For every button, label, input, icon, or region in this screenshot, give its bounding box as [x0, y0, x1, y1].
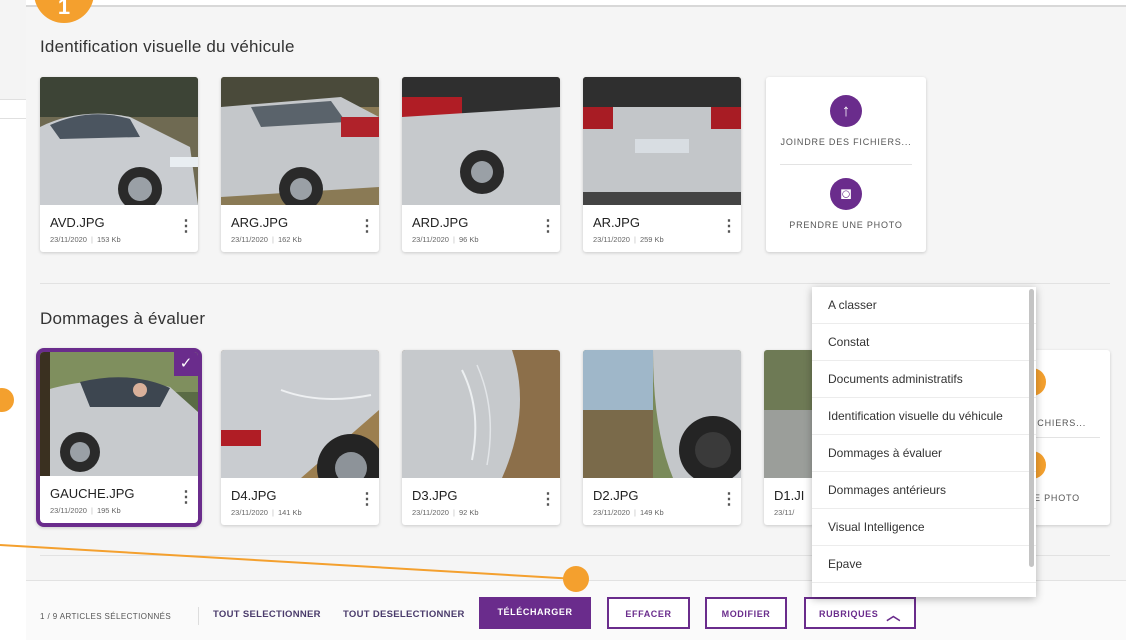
dropdown-item-documents-administratifs[interactable]: Documents administratifs: [812, 361, 1036, 398]
more-vertical-icon[interactable]: ⋮: [178, 218, 194, 236]
photo-thumbnail[interactable]: ✓: [40, 352, 198, 476]
photo-card[interactable]: D4.JPG 23/11/2020 | 141 Kb ⋮: [221, 350, 379, 525]
upload-card: ↑ JOINDRE DES FICHIERS... ◙ PRENDRE UNE …: [766, 77, 926, 252]
dropdown-item-epave[interactable]: Epave: [812, 546, 1036, 583]
take-photo-button[interactable]: E PHOTO: [1034, 493, 1080, 503]
photo-meta: 23/11/2020 | 259 Kb: [593, 235, 664, 244]
more-vertical-icon[interactable]: ⋮: [359, 491, 375, 509]
left-panel-edge: [0, 0, 26, 100]
dropdown-item-dommages-anterieurs[interactable]: Dommages antérieurs: [812, 472, 1036, 509]
photo-filename: AVD.JPG: [50, 215, 105, 230]
photo-filename: D4.JPG: [231, 488, 277, 503]
photo-filename: D1.JI: [774, 488, 805, 503]
photo-card[interactable]: D2.JPG 23/11/2020 | 149 Kb ⋮: [583, 350, 741, 525]
modify-button[interactable]: MODIFIER: [705, 597, 787, 629]
dropdown-scrollbar[interactable]: [1029, 289, 1034, 567]
chevron-up-icon: ︿: [886, 606, 901, 623]
dropdown-item-identification-visuelle[interactable]: Identification visuelle du véhicule: [812, 398, 1036, 435]
bar-separator: [198, 607, 199, 625]
left-panel-divider: [0, 118, 26, 119]
callout-marker-bottom: [563, 566, 589, 592]
photo-filename: GAUCHE.JPG: [50, 486, 135, 501]
photo-meta: 23/11/2020 | 162 Kb: [231, 235, 302, 244]
more-vertical-icon[interactable]: ⋮: [359, 218, 375, 236]
photo-thumbnail[interactable]: [583, 77, 741, 205]
categories-dropdown: A classer Constat Documents administrati…: [812, 287, 1036, 597]
attach-files-button[interactable]: ICHIERS...: [1034, 418, 1086, 428]
photo-card[interactable]: D3.JPG 23/11/2020 | 92 Kb ⋮: [402, 350, 560, 525]
photo-filename: D3.JPG: [412, 488, 458, 503]
photo-meta: 23/11/2020 | 153 Kb: [50, 235, 121, 244]
more-vertical-icon[interactable]: ⋮: [721, 491, 737, 509]
dropdown-item-dommages-a-evaluer[interactable]: Dommages à évaluer: [812, 435, 1036, 472]
callout-marker-left: [0, 388, 14, 412]
more-vertical-icon[interactable]: ⋮: [540, 218, 556, 236]
arrow-up-icon[interactable]: ↑: [830, 95, 862, 127]
photo-meta: 23/11/2020 | 195 Kb: [50, 506, 121, 515]
take-photo-button[interactable]: PRENDRE UNE PHOTO: [766, 220, 926, 230]
selection-count: 1 / 9 ARTICLES SÉLECTIONNÉS: [40, 612, 172, 621]
section-title-identification: Identification visuelle du véhicule: [40, 37, 295, 56]
photo-thumbnail[interactable]: [583, 350, 741, 478]
deselect-all-button[interactable]: TOUT DESELECTIONNER: [343, 609, 465, 620]
callout-badge: 1: [34, 0, 94, 23]
photo-filename: ARD.JPG: [412, 215, 469, 230]
upload-card-partial: ICHIERS... E PHOTO: [1030, 350, 1110, 525]
photo-thumbnail[interactable]: [221, 350, 379, 478]
dropdown-item-visual-intelligence[interactable]: Visual Intelligence: [812, 509, 1036, 546]
photo-meta: 23/11/2020 | 92 Kb: [412, 508, 479, 517]
photo-card-selected[interactable]: ✓ GAUCHE.JPG 23/11/2020 | 195 Kb ⋮: [36, 348, 202, 527]
photo-thumbnail[interactable]: [221, 77, 379, 205]
photo-card[interactable]: ARD.JPG 23/11/2020 | 96 Kb ⋮: [402, 77, 560, 252]
upload-divider: [1034, 437, 1100, 438]
photo-card-partial[interactable]: D1.JI 23/11/: [764, 350, 814, 525]
photo-thumbnail[interactable]: [40, 77, 198, 205]
photo-card[interactable]: AR.JPG 23/11/2020 | 259 Kb ⋮: [583, 77, 741, 252]
dropdown-item-constat[interactable]: Constat: [812, 324, 1036, 361]
photo-filename: AR.JPG: [593, 215, 640, 230]
more-vertical-icon[interactable]: ⋮: [178, 489, 194, 507]
more-vertical-icon[interactable]: ⋮: [540, 491, 556, 509]
photo-thumbnail[interactable]: [402, 350, 560, 478]
photo-meta: 23/11/2020 | 149 Kb: [593, 508, 664, 517]
more-vertical-icon[interactable]: ⋮: [721, 218, 737, 236]
photo-card[interactable]: AVD.JPG 23/11/2020 | 153 Kb ⋮: [40, 77, 198, 252]
check-icon[interactable]: ✓: [174, 352, 198, 376]
section-title-dommages: Dommages à évaluer: [40, 309, 206, 328]
download-button[interactable]: TÉLÉCHARGER: [479, 597, 591, 629]
photo-meta: 23/11/2020 | 141 Kb: [231, 508, 302, 517]
camera-icon[interactable]: ◙: [830, 178, 862, 210]
select-all-button[interactable]: TOUT SELECTIONNER: [213, 609, 321, 620]
delete-button[interactable]: EFFACER: [607, 597, 690, 629]
photo-filename: D2.JPG: [593, 488, 639, 503]
photo-card[interactable]: ARG.JPG 23/11/2020 | 162 Kb ⋮: [221, 77, 379, 252]
upload-divider: [780, 164, 912, 165]
photo-thumbnail[interactable]: [402, 77, 560, 205]
categories-label: RUBRIQUES: [818, 609, 879, 619]
photo-thumbnail[interactable]: [764, 350, 814, 478]
attach-files-button[interactable]: JOINDRE DES FICHIERS...: [766, 137, 926, 147]
dropdown-item-a-classer[interactable]: A classer: [812, 287, 1036, 324]
photo-filename: ARG.JPG: [231, 215, 289, 230]
photo-meta: 23/11/: [774, 508, 795, 517]
photo-meta: 23/11/2020 | 96 Kb: [412, 235, 479, 244]
section-divider: [40, 283, 1110, 284]
categories-button[interactable]: RUBRIQUES ︿: [804, 597, 916, 629]
